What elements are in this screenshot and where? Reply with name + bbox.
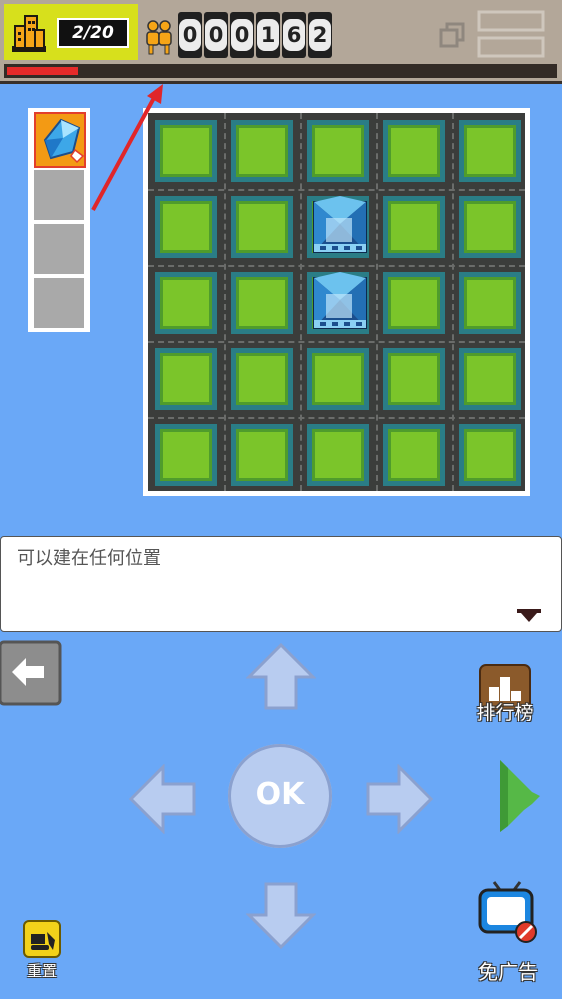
grid-cell[interactable] [383,120,445,182]
reset-label[interactable]: 重置 [14,960,70,981]
inventory-slot-empty[interactable] [34,224,84,274]
grass-tile [307,120,369,182]
leaderboard-label[interactable]: 排行榜 [466,698,544,725]
grid-cell[interactable] [459,120,521,182]
score-digit: 1 [256,12,280,58]
grass-tile [459,424,521,486]
grid-cell[interactable] [307,120,369,182]
grass-tile [383,424,445,486]
crystal-tower-icon [313,196,367,253]
no-ads-tv-icon[interactable] [474,880,540,946]
grid-cell[interactable] [307,196,369,258]
grid-cell[interactable] [459,196,521,258]
road-marking [224,113,226,491]
no-ads-label[interactable]: 免广告 [468,956,548,985]
grid-cell[interactable] [383,272,445,334]
progress-bar-fill [7,67,78,75]
grid-cell[interactable] [459,272,521,334]
grid-cell[interactable] [231,348,293,410]
grid-cell[interactable] [459,424,521,486]
grass-tile [383,348,445,410]
grid-cell[interactable] [155,272,217,334]
grid-cell[interactable] [155,348,217,410]
grid-cell[interactable] [307,348,369,410]
grid-cell[interactable] [231,272,293,334]
grass-tile [231,120,293,182]
grid-cell[interactable] [231,196,293,258]
tutorial-arrow-icon [91,84,163,211]
back-button[interactable] [0,640,62,706]
inventory-slot-empty[interactable] [34,278,84,328]
next-arrow-icon[interactable] [494,758,540,834]
city-grid [143,108,530,496]
grass-tile [231,196,293,258]
grid-cell[interactable] [231,120,293,182]
road-marking [148,189,525,191]
grid-cell[interactable] [383,424,445,486]
grass-tile [307,348,369,410]
grass-tile [231,424,293,486]
grass-tile [307,424,369,486]
ok-label[interactable]: OK [228,777,332,812]
grass-tile [155,272,217,334]
grid-cell[interactable] [307,272,369,334]
grass-tile [155,424,217,486]
reset-bulldozer-icon[interactable] [23,920,61,958]
grass-tile [459,120,521,182]
building-count: 2/20 [57,18,129,48]
grid-cell[interactable] [231,424,293,486]
down-arrow-button[interactable] [246,880,316,950]
score-digit: 6 [282,12,306,58]
progress-bar [4,64,557,78]
grass-tile [383,120,445,182]
city-building-icon [12,15,46,52]
grid-cell[interactable] [383,348,445,410]
score-digit: 2 [308,12,332,58]
inventory-slot-selected[interactable] [34,112,86,168]
inventory-panel [28,108,90,332]
crystal-tower-icon [313,272,367,329]
grass-tile [231,272,293,334]
grid-cell[interactable] [155,424,217,486]
left-arrow-button[interactable] [128,764,198,834]
road-marking [148,265,525,267]
grid-cell[interactable] [459,348,521,410]
road-marking [376,113,378,491]
score-digit: 0 [204,12,228,58]
grass-tile [459,196,521,258]
message-text: 可以建在任何位置 [17,548,161,569]
inventory-slot-empty[interactable] [34,170,84,220]
score-digit: 0 [178,12,202,58]
up-arrow-button[interactable] [246,642,316,712]
grass-tile [459,348,521,410]
right-arrow-button[interactable] [364,764,434,834]
grid-cell[interactable] [383,196,445,258]
blue-crystal-block-icon [43,118,85,164]
menu-icon[interactable] [477,10,545,60]
road-marking [452,113,454,491]
grid-cell[interactable] [307,424,369,486]
grass-tile [383,272,445,334]
road-marking [300,113,302,491]
grass-tile [155,348,217,410]
score-digit: 0 [230,12,254,58]
grass-tile [459,272,521,334]
continue-icon[interactable] [517,609,541,623]
layers-icon[interactable] [438,21,466,49]
road-marking [148,341,525,343]
grass-tile [383,196,445,258]
score-counter: 0 0 0 1 6 2 [178,12,332,58]
grid-board [148,113,525,491]
road-marking [148,417,525,419]
population-icon [146,20,172,55]
grass-tile [231,348,293,410]
